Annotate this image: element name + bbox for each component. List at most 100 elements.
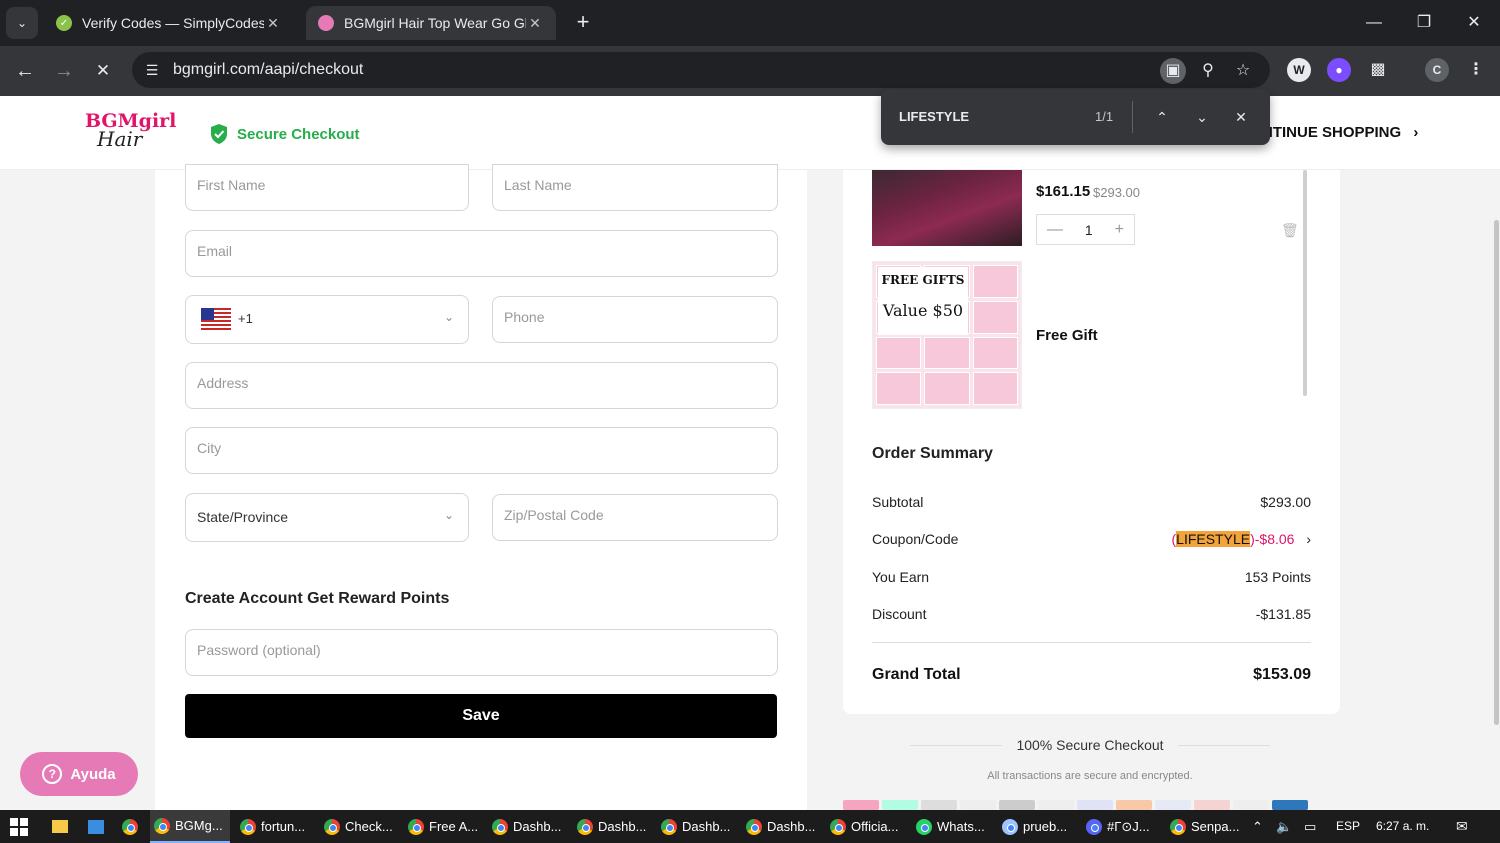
- taskbar-item[interactable]: Senpa...: [1166, 810, 1246, 843]
- taskbar-item[interactable]: Dashb...: [657, 810, 737, 843]
- restore-icon[interactable]: ❐: [1409, 8, 1439, 38]
- find-next-chevron-down-icon[interactable]: ⌄: [1190, 105, 1214, 129]
- taskbar-item[interactable]: Free A...: [404, 810, 484, 843]
- minus-icon[interactable]: —: [1047, 221, 1063, 239]
- extensions-puzzle-icon[interactable]: ▩: [1366, 58, 1390, 82]
- coupon-discount: )-$8.06: [1250, 531, 1295, 547]
- site-info-icon[interactable]: ☰: [140, 58, 164, 82]
- tab-verify-codes[interactable]: ✓ Verify Codes — SimplyCodes ✕: [44, 6, 294, 40]
- quantity-value[interactable]: 1: [1085, 222, 1093, 238]
- back-button[interactable]: ←: [10, 56, 40, 86]
- state-select[interactable]: State/Province ⌄: [185, 493, 469, 542]
- lens-search-icon[interactable]: ▣: [1160, 58, 1186, 84]
- chrome-icon: [154, 817, 170, 834]
- taskbar-item[interactable]: Whats...: [912, 810, 994, 843]
- taskbar-item[interactable]: Dashb...: [742, 810, 822, 843]
- zip-input[interactable]: [504, 507, 766, 523]
- tray-chevron-up-icon[interactable]: ⌃: [1252, 810, 1263, 843]
- taskbar-label: Dashb...: [598, 819, 647, 834]
- help-button[interactable]: ? Ayuda: [20, 752, 138, 796]
- address-field[interactable]: [185, 362, 778, 409]
- find-close-icon[interactable]: ✕: [1229, 105, 1253, 129]
- coupon-value[interactable]: (LIFESTYLE)-$8.06 ›: [1171, 531, 1311, 547]
- taskbar-label: Free A...: [429, 819, 479, 834]
- phone-input[interactable]: [504, 309, 766, 325]
- bookmark-star-icon[interactable]: ☆: [1230, 58, 1256, 84]
- city-input[interactable]: [197, 440, 766, 456]
- find-previous-chevron-up-icon[interactable]: ⌃: [1150, 105, 1174, 129]
- earn-value: 153 Points: [1244, 569, 1311, 585]
- gift-tile: [924, 336, 970, 370]
- apple-pay-icon: [999, 800, 1035, 810]
- continue-shopping-link[interactable]: NTINUE SHOPPING ›: [1262, 124, 1418, 141]
- taskbar-item[interactable]: Officia...: [826, 810, 908, 843]
- plus-icon[interactable]: +: [1115, 221, 1124, 239]
- notifications-icon[interactable]: ✉: [1456, 810, 1468, 843]
- phone-field[interactable]: [492, 296, 778, 343]
- zoom-icon[interactable]: ⚲: [1195, 58, 1221, 84]
- password-input[interactable]: [197, 642, 766, 658]
- store-icon[interactable]: [84, 810, 108, 843]
- coupon-row[interactable]: Coupon/Code (LIFESTYLE)-$8.06 ›: [872, 531, 1311, 547]
- product-image[interactable]: [872, 170, 1022, 246]
- country-code-select[interactable]: +1 ⌄: [185, 295, 469, 344]
- minimize-icon[interactable]: —: [1359, 8, 1389, 38]
- profile-avatar[interactable]: C: [1425, 58, 1449, 82]
- product-price: $161.15: [1036, 183, 1091, 200]
- last-name-field[interactable]: [492, 164, 778, 211]
- question-icon: ?: [42, 764, 63, 784]
- discord-icon: [1086, 818, 1102, 835]
- taskbar-label: Dashb...: [682, 819, 731, 834]
- city-field[interactable]: [185, 427, 778, 474]
- tab-close-icon[interactable]: ✕: [526, 15, 544, 32]
- chrome-icon: [746, 818, 762, 835]
- stop-loading-button[interactable]: ✕: [88, 56, 118, 86]
- forward-button[interactable]: →: [49, 56, 79, 86]
- chrome-icon[interactable]: [118, 810, 144, 843]
- close-window-icon[interactable]: ✕: [1459, 8, 1489, 38]
- first-name-input[interactable]: [197, 177, 457, 193]
- taskbar-item[interactable]: prueb...: [998, 810, 1078, 843]
- zip-field[interactable]: [492, 494, 778, 541]
- extension-w-icon[interactable]: W: [1287, 58, 1311, 82]
- cart-scrollbar[interactable]: [1303, 170, 1307, 396]
- network-icon[interactable]: ▭: [1304, 810, 1316, 843]
- chrome-icon: [577, 818, 593, 835]
- password-field[interactable]: [185, 629, 778, 676]
- earn-row: You Earn 153 Points: [872, 569, 1311, 585]
- email-input[interactable]: [197, 243, 766, 259]
- windows-start-icon[interactable]: [6, 810, 36, 843]
- state-select-value: State/Province: [197, 509, 289, 525]
- taskbar-item[interactable]: Check...: [320, 810, 400, 843]
- extension-purple-icon[interactable]: ●: [1327, 58, 1351, 82]
- taskbar-item[interactable]: Dashb...: [573, 810, 653, 843]
- bgmgirl-logo[interactable]: BGMgirl Hair: [85, 112, 176, 154]
- menu-kebab-icon[interactable]: ⋮: [1464, 58, 1488, 82]
- address-bar[interactable]: ☰ bgmgirl.com/aapi/checkout ▣ ⚲ ☆: [132, 52, 1270, 88]
- chrome-icon: [661, 818, 677, 835]
- clock[interactable]: 6:27 a. m.: [1376, 810, 1429, 843]
- page-scrollbar[interactable]: [1494, 220, 1499, 725]
- gift-tile: [972, 372, 1018, 405]
- chrome-icon: [408, 818, 424, 835]
- taskbar-item[interactable]: Dashb...: [488, 810, 568, 843]
- trash-icon[interactable]: 🗑: [1281, 222, 1299, 239]
- last-name-input[interactable]: [504, 177, 766, 193]
- tab-close-icon[interactable]: ✕: [264, 15, 282, 32]
- taskbar-item[interactable]: #Γ⊙J...: [1082, 810, 1162, 843]
- tab-bgmgirl[interactable]: BGMgirl Hair Top Wear Go Glue ✕: [306, 6, 556, 40]
- email-field[interactable]: [185, 230, 778, 277]
- secure-footer-label: 100% Secure Checkout: [1016, 737, 1164, 753]
- volume-icon[interactable]: 🔈: [1276, 810, 1292, 843]
- taskbar-item[interactable]: BGMg...: [150, 810, 230, 843]
- summary-divider: [872, 642, 1311, 643]
- address-input[interactable]: [197, 375, 766, 391]
- taskbar-item[interactable]: fortun...: [236, 810, 316, 843]
- file-explorer-icon[interactable]: [48, 810, 72, 843]
- find-query-input[interactable]: LIFESTYLE: [899, 109, 969, 124]
- tab-search-chevron-icon[interactable]: ⌄: [6, 7, 38, 39]
- language-indicator[interactable]: ESP: [1336, 810, 1360, 843]
- first-name-field[interactable]: [185, 164, 469, 211]
- new-tab-button[interactable]: +: [570, 10, 596, 36]
- save-button[interactable]: Save: [185, 694, 777, 738]
